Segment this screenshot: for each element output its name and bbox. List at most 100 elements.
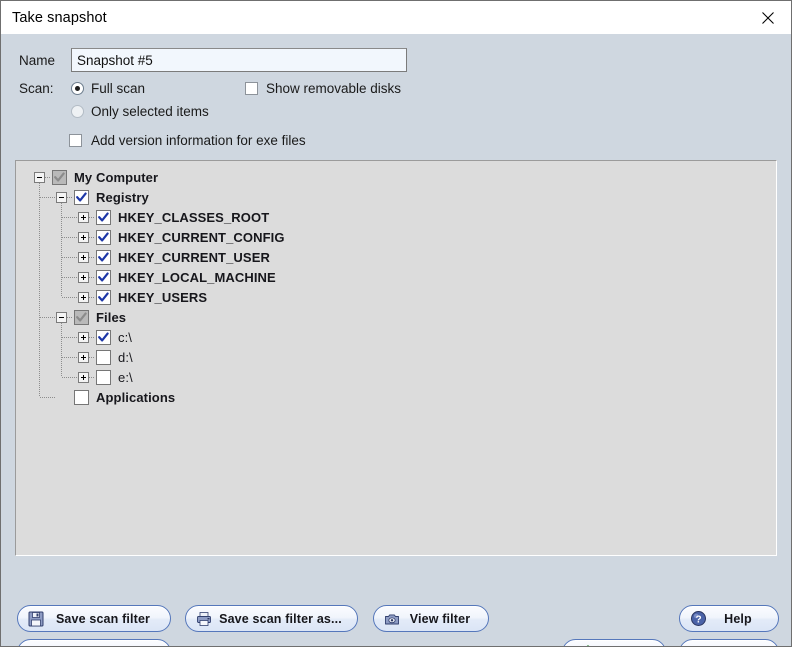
- checkbox-show-removable-disks[interactable]: Show removable disks: [245, 81, 401, 96]
- tree-root: My Computer Registry HKEY_CLASSES_ROOT HKEY…: [16, 167, 776, 407]
- collapse-icon[interactable]: [56, 191, 67, 203]
- tree-node-label: Applications: [96, 389, 176, 405]
- tree-node-checkbox[interactable]: [74, 189, 89, 205]
- radio-only-selected-items[interactable]: Only selected items: [71, 104, 209, 119]
- question-circle-icon: ?: [688, 609, 708, 629]
- tree-node-label: HKEY_LOCAL_MACHINE: [118, 269, 276, 285]
- tree-connector-line: [62, 297, 78, 298]
- load-scan-filter-button[interactable]: Load scan filter: [17, 639, 171, 646]
- collapse-icon[interactable]: [34, 171, 45, 183]
- checkbox-add-version-indicator: [69, 134, 82, 147]
- close-icon: [762, 11, 774, 24]
- tree-connector-line: [62, 217, 78, 218]
- tree-connector-line: [67, 197, 72, 198]
- tree-node-label: HKEY_CLASSES_ROOT: [118, 209, 270, 225]
- tree-node[interactable]: Files: [16, 307, 776, 327]
- tree-node-label: Files: [96, 309, 127, 325]
- tree-node-checkbox[interactable]: [96, 209, 111, 225]
- expand-icon[interactable]: [78, 371, 89, 383]
- tree-connector-line: [89, 337, 94, 338]
- tree-node-checkbox[interactable]: [96, 329, 111, 345]
- tree-node-label: HKEY_CURRENT_CONFIG: [118, 229, 285, 245]
- expand-icon[interactable]: [78, 351, 89, 363]
- floppy-disk-icon: [26, 609, 46, 629]
- tree-connector-line: [40, 317, 56, 318]
- tree-node-label: HKEY_CURRENT_USER: [118, 249, 270, 265]
- expand-icon[interactable]: [78, 291, 89, 303]
- tree-node-label: e:\: [118, 369, 133, 385]
- start-button[interactable]: Start: [562, 639, 666, 646]
- expand-icon[interactable]: [78, 231, 89, 243]
- tree-node-checkbox[interactable]: [96, 269, 111, 285]
- save-scan-filter-button[interactable]: Save scan filter: [17, 605, 171, 632]
- tree-connector-line: [62, 357, 78, 358]
- tree-node[interactable]: HKEY_CLASSES_ROOT: [16, 207, 776, 227]
- tree-node[interactable]: Registry: [16, 187, 776, 207]
- tree-node-checkbox[interactable]: [74, 309, 89, 325]
- tree-node[interactable]: My Computer: [16, 167, 776, 187]
- radio-full-scan-indicator: [71, 82, 84, 95]
- window-title: Take snapshot: [12, 9, 107, 26]
- tree-connector-line: [89, 237, 94, 238]
- tree-node-checkbox[interactable]: [96, 249, 111, 265]
- tree-node-checkbox[interactable]: [74, 389, 89, 405]
- checkbox-show-removable-indicator: [245, 82, 258, 95]
- view-filter-label: View filter: [409, 611, 471, 626]
- tree-node-checkbox[interactable]: [96, 369, 111, 385]
- scan-label: Scan:: [19, 81, 54, 96]
- name-row: Name: [19, 48, 407, 72]
- tree-node-checkbox[interactable]: [96, 349, 111, 365]
- tree-node-label: My Computer: [74, 169, 159, 185]
- radio-full-scan[interactable]: Full scan: [71, 81, 145, 96]
- checkbox-show-removable-label: Show removable disks: [266, 81, 402, 96]
- cancel-button[interactable]: Cancel: [679, 639, 779, 646]
- tree-connector-line: [89, 377, 94, 378]
- tree-node-label: HKEY_USERS: [118, 289, 208, 305]
- dialog-body: Name Scan: Full scan Only selected items…: [1, 34, 791, 646]
- tree-node[interactable]: e:\: [16, 367, 776, 387]
- tree-node[interactable]: HKEY_USERS: [16, 287, 776, 307]
- tree-node[interactable]: d:\: [16, 347, 776, 367]
- checkbox-add-version-info[interactable]: Add version information for exe files: [69, 133, 306, 148]
- tree-connector-line: [89, 357, 94, 358]
- printer-icon: [194, 609, 214, 629]
- tree-connector-line: [45, 177, 50, 178]
- view-filter-button[interactable]: View filter: [373, 605, 489, 632]
- svg-text:?: ?: [695, 614, 701, 625]
- tree-node-label: d:\: [118, 349, 133, 365]
- tree-node[interactable]: Applications: [16, 387, 776, 407]
- tree-expander-spacer: [56, 392, 67, 403]
- tree-node-label: Registry: [96, 189, 149, 205]
- tree-connector-line: [67, 317, 72, 318]
- tree-node[interactable]: HKEY_CURRENT_CONFIG: [16, 227, 776, 247]
- expand-icon[interactable]: [78, 331, 89, 343]
- snapshot-name-input[interactable]: [71, 48, 407, 72]
- tree-connector-line: [40, 197, 56, 198]
- close-button[interactable]: [745, 1, 791, 34]
- titlebar: Take snapshot: [1, 1, 791, 34]
- tree-connector-line: [89, 297, 94, 298]
- collapse-icon[interactable]: [56, 311, 67, 323]
- tree-connector-line: [62, 237, 78, 238]
- save-scan-filter-as-label: Save scan filter as...: [219, 611, 342, 626]
- tree-node-label: c:\: [118, 329, 133, 345]
- tree-node-checkbox[interactable]: [52, 169, 67, 185]
- checkbox-add-version-label: Add version information for exe files: [91, 133, 306, 148]
- tree-connector-line: [39, 183, 40, 397]
- save-scan-filter-as-button[interactable]: Save scan filter as...: [185, 605, 358, 632]
- tree-node-checkbox[interactable]: [96, 229, 111, 245]
- tree-node[interactable]: HKEY_LOCAL_MACHINE: [16, 267, 776, 287]
- help-button[interactable]: ? Help: [679, 605, 779, 632]
- save-scan-filter-label: Save scan filter: [55, 611, 151, 626]
- tree-node[interactable]: c:\: [16, 327, 776, 347]
- expand-icon[interactable]: [78, 251, 89, 263]
- tree-connector-line: [62, 277, 78, 278]
- take-snapshot-dialog: Take snapshot Name Scan: Full scan Only …: [0, 0, 792, 647]
- scan-target-tree[interactable]: My Computer Registry HKEY_CLASSES_ROOT HKEY…: [15, 160, 777, 556]
- name-label: Name: [19, 52, 56, 68]
- tree-node-checkbox[interactable]: [96, 289, 111, 305]
- help-label: Help: [724, 611, 752, 626]
- expand-icon[interactable]: [78, 271, 89, 283]
- tree-node[interactable]: HKEY_CURRENT_USER: [16, 247, 776, 267]
- expand-icon[interactable]: [78, 211, 89, 223]
